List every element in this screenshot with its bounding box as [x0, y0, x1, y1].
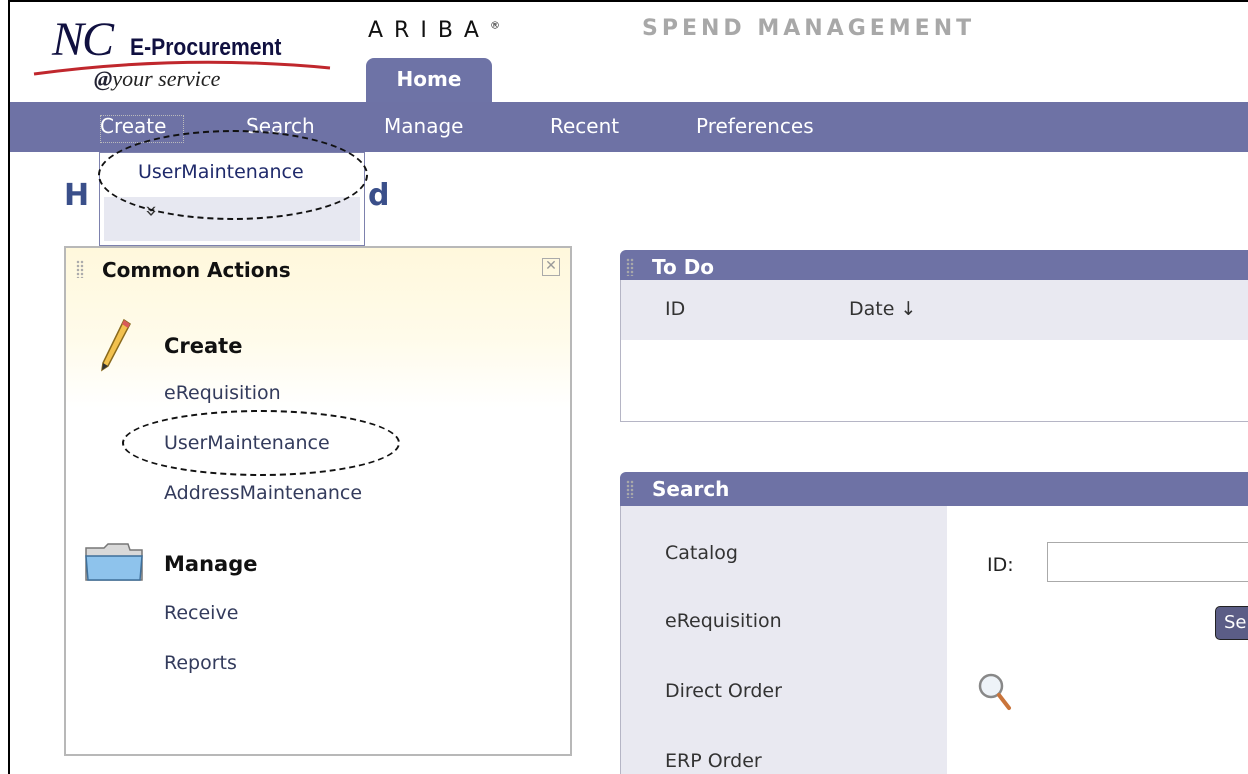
todo-title: To Do — [652, 255, 715, 279]
logo-eprocurement: E-Procurement — [130, 34, 282, 61]
common-actions-panel: Common Actions ✕ Create eRequisition Use… — [64, 246, 572, 756]
magnifier-icon[interactable] — [975, 670, 1015, 714]
search-category-erp-order[interactable]: ERP Order — [665, 750, 762, 772]
logo-tagline-text: your service — [112, 66, 221, 91]
link-reports[interactable]: Reports — [164, 652, 237, 674]
ariba-text: ARIBA — [368, 18, 490, 43]
folder-icon — [85, 543, 143, 581]
search-category-list: Catalog eRequisition Direct Order ERP Or… — [621, 506, 947, 774]
close-icon[interactable]: ✕ — [542, 258, 560, 276]
search-category-erequisition[interactable]: eRequisition — [665, 610, 782, 632]
nc-eprocurement-logo[interactable]: NC E-Procurement @your service — [32, 8, 352, 100]
search-id-label: ID: — [987, 554, 1014, 576]
app-frame: NC E-Procurement @your service ARIBA® SP… — [8, 0, 1248, 774]
double-chevron-down-icon: » — [140, 199, 164, 223]
search-title: Search — [652, 477, 730, 501]
main-nav-bar: Create Search Manage Recent Preferences — [10, 102, 1248, 152]
todo-panel-header: To Do — [620, 250, 1248, 284]
page-title-start: H — [64, 178, 90, 213]
logo-tagline-at: @ — [94, 66, 113, 91]
search-button[interactable]: Se — [1215, 606, 1248, 640]
search-panel: Catalog eRequisition Direct Order ERP Or… — [620, 506, 1248, 774]
page-title-end: d — [368, 178, 390, 213]
nav-preferences[interactable]: Preferences — [696, 114, 814, 138]
link-addressmaintenance[interactable]: AddressMaintenance — [164, 482, 362, 504]
link-receive[interactable]: Receive — [164, 602, 238, 624]
pencil-icon — [101, 318, 131, 372]
drag-handle-icon[interactable] — [626, 480, 634, 498]
create-heading: Create — [164, 334, 243, 358]
manage-heading: Manage — [164, 552, 258, 576]
todo-panel: ID Date ↓ — [620, 280, 1248, 422]
logo-tagline: @your service — [94, 66, 220, 92]
link-erequisition[interactable]: eRequisition — [164, 382, 281, 404]
dropdown-more-button[interactable]: » — [104, 197, 360, 241]
double-chevron-glyph: » — [140, 204, 165, 218]
logo-nc: NC — [52, 13, 114, 66]
nav-create-focus-outline — [100, 115, 184, 143]
page-title: H d — [64, 178, 389, 213]
todo-column-headers: ID Date ↓ — [621, 280, 1248, 340]
create-dropdown-menu: UserMaintenance » — [99, 152, 365, 246]
spend-management-label: SPEND MANAGEMENT — [642, 16, 976, 41]
tab-home[interactable]: Home — [366, 58, 492, 102]
ariba-logo: ARIBA® — [368, 18, 500, 43]
nav-manage[interactable]: Manage — [384, 114, 463, 138]
ariba-registered-mark: ® — [489, 20, 500, 32]
drag-handle-icon[interactable] — [76, 260, 84, 278]
link-usermaintenance[interactable]: UserMaintenance — [164, 432, 330, 454]
todo-col-id[interactable]: ID — [665, 298, 685, 320]
nav-search[interactable]: Search — [246, 114, 315, 138]
drag-handle-icon[interactable] — [626, 258, 634, 276]
search-id-input[interactable] — [1047, 542, 1248, 582]
common-actions-title: Common Actions — [102, 258, 291, 282]
search-category-direct-order[interactable]: Direct Order — [665, 680, 782, 702]
search-panel-header: Search — [620, 472, 1248, 506]
dropdown-item-usermaintenance[interactable]: UserMaintenance — [138, 161, 304, 183]
todo-col-date[interactable]: Date ↓ — [849, 298, 916, 320]
nav-recent[interactable]: Recent — [550, 114, 619, 138]
search-category-catalog[interactable]: Catalog — [665, 542, 738, 564]
